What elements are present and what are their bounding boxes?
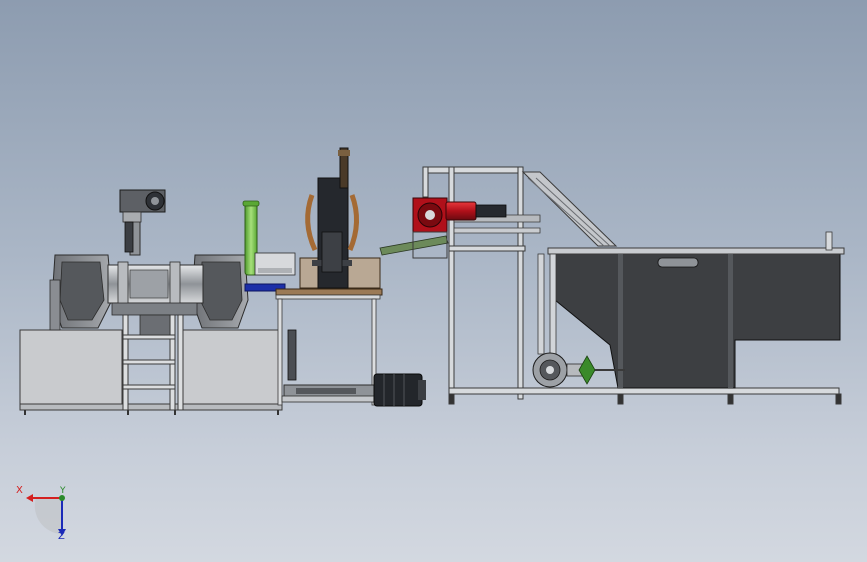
wash-tank[interactable] bbox=[547, 231, 845, 389]
machine-assembly-drawing bbox=[19, 147, 845, 536]
z-axis-label: Z bbox=[58, 531, 65, 542]
green-chute[interactable] bbox=[379, 235, 449, 256]
drive-motor[interactable] bbox=[373, 373, 426, 407]
central-drum[interactable] bbox=[107, 261, 204, 336]
top-gear-motor[interactable] bbox=[119, 189, 166, 256]
left-base-cabinets[interactable] bbox=[19, 329, 283, 415]
orientation-triad[interactable] bbox=[26, 494, 66, 536]
x-axis-label: X bbox=[16, 485, 23, 496]
x-axis-head bbox=[26, 494, 33, 502]
vertical-lift-unit[interactable] bbox=[299, 147, 381, 289]
left-hopper[interactable] bbox=[49, 254, 113, 331]
cad-viewport[interactable]: X Y Z bbox=[0, 0, 867, 562]
sample-tray[interactable] bbox=[254, 252, 296, 276]
y-axis-label: Y bbox=[60, 486, 66, 496]
